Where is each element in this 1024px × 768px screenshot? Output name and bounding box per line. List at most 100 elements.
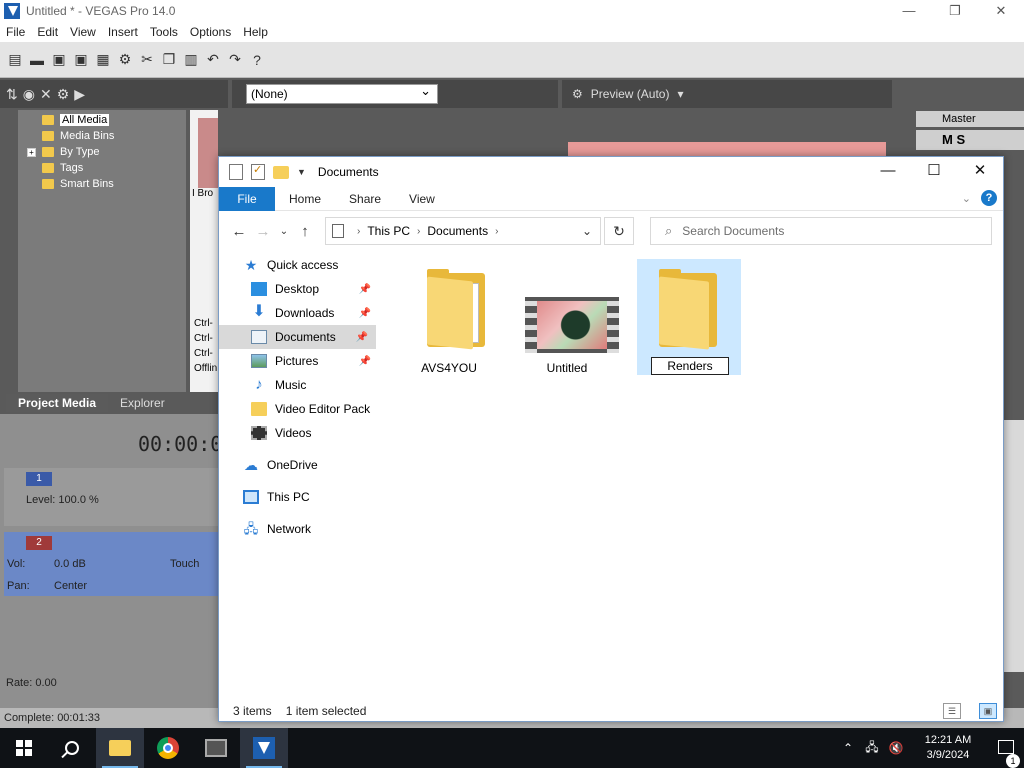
save-icon[interactable]: ▣ [50, 51, 68, 69]
media-thumbnail[interactable] [198, 118, 218, 188]
trimmer-media-dropdown[interactable]: (None) [246, 82, 438, 104]
show-hidden-icons-icon[interactable]: ⌃ [836, 741, 860, 755]
breadcrumb-documents[interactable]: Documents [427, 224, 488, 238]
expand-ribbon-icon[interactable]: ⌄ [962, 192, 971, 205]
pin-icon[interactable]: 📌 [359, 356, 371, 367]
tab-share[interactable]: Share [335, 192, 395, 206]
rename-input[interactable]: Renders [651, 357, 729, 375]
restore-button[interactable]: ❐ [932, 0, 978, 22]
minimize-button[interactable]: — [886, 0, 932, 22]
menu-edit[interactable]: Edit [31, 25, 64, 39]
volume-muted-icon[interactable]: 🔇 [884, 741, 908, 755]
chevron-right-icon[interactable]: › [417, 226, 420, 237]
menu-view[interactable]: View [64, 25, 102, 39]
paste-icon[interactable]: ▥ [182, 51, 200, 69]
menu-file[interactable]: File [0, 25, 31, 39]
network-status-icon[interactable]: 🖧 [860, 738, 884, 759]
nav-this-pc[interactable]: This PC [219, 485, 379, 509]
details-view-icon[interactable]: ☰ [943, 703, 961, 719]
play-icon[interactable]: ▶ [74, 86, 85, 103]
checkmark-icon[interactable] [251, 163, 265, 180]
nav-videos[interactable]: Videos [219, 421, 379, 445]
pin-icon[interactable]: 📌 [359, 308, 371, 319]
save-as-icon[interactable]: ▣ [72, 51, 90, 69]
chevron-right-icon[interactable]: › [495, 226, 498, 237]
tab-explorer[interactable]: Explorer [108, 394, 177, 412]
render-icon[interactable]: ▦ [94, 51, 112, 69]
tree-item-smart-bins[interactable]: Smart Bins [18, 176, 186, 192]
up-arrow-icon[interactable]: ↑ [293, 223, 317, 240]
nav-pictures[interactable]: Pictures 📌 [219, 349, 379, 373]
undo-icon[interactable]: ↶ [204, 51, 222, 69]
media-fx-icon[interactable]: ⚙ [57, 86, 70, 103]
preview-settings-gear-icon[interactable]: ⚙ [572, 87, 583, 101]
tab-home[interactable]: Home [275, 192, 335, 206]
taskbar-video-app[interactable] [192, 728, 240, 768]
open-icon[interactable]: ▬ [28, 51, 46, 69]
explorer-maximize-button[interactable]: ☐ [911, 157, 957, 187]
remove-icon[interactable]: ✕ [40, 86, 52, 103]
audio-track-header[interactable]: 2 Vol: 0.0 dB Touch Pan: Center [4, 532, 218, 596]
nav-downloads[interactable]: ⬇ Downloads 📌 [219, 301, 379, 325]
timeline-vertical-scrollbar[interactable] [1004, 420, 1024, 672]
menu-insert[interactable]: Insert [102, 25, 144, 39]
nav-music[interactable]: ♪ Music [219, 373, 379, 397]
chevron-down-icon[interactable]: ▾ [677, 87, 683, 101]
tree-item-tags[interactable]: Tags [18, 160, 186, 176]
media-import-icon[interactable]: ⇅ [6, 86, 18, 103]
address-bar[interactable]: › This PC › Documents › ⌄ [325, 217, 601, 245]
properties-gear-icon[interactable]: ⚙ [116, 51, 134, 69]
action-center-button[interactable]: 1 [988, 739, 1024, 768]
clock[interactable]: 12:21 AM 3/9/2024 [908, 733, 988, 763]
new-folder-icon[interactable] [273, 165, 289, 179]
back-arrow-icon[interactable]: ← [227, 223, 251, 240]
close-button[interactable]: ✕ [978, 0, 1024, 22]
master-mute-solo[interactable]: M S [916, 130, 1024, 150]
copy-icon[interactable]: ❐ [160, 51, 178, 69]
file-item-renders[interactable]: Renders [637, 259, 741, 375]
new-project-icon[interactable]: ▤ [6, 51, 24, 69]
redo-icon[interactable]: ↷ [226, 51, 244, 69]
taskbar-vegas[interactable] [240, 728, 288, 768]
help-icon[interactable]: ? [981, 190, 997, 206]
refresh-icon[interactable]: ↻ [604, 217, 634, 245]
preview-quality-label[interactable]: Preview (Auto) [591, 87, 670, 101]
search-box[interactable]: ⌕ Search Documents [650, 217, 992, 245]
nav-desktop[interactable]: Desktop 📌 [219, 277, 379, 301]
start-button[interactable] [0, 728, 48, 768]
taskbar-search-button[interactable] [48, 728, 96, 768]
tab-view[interactable]: View [395, 192, 449, 206]
tree-item-by-type[interactable]: + By Type [18, 144, 186, 160]
video-track-header[interactable]: 1 Level: 100.0 % [4, 468, 218, 526]
properties-icon[interactable] [229, 164, 243, 180]
explorer-minimize-button[interactable]: — [865, 157, 911, 187]
customize-toolbar-icon[interactable]: ▼ [297, 167, 306, 177]
track-automation-mode[interactable]: Touch [170, 558, 199, 570]
taskbar-file-explorer[interactable] [96, 728, 144, 768]
file-item-untitled-video[interactable]: Untitled [515, 259, 619, 375]
recent-locations-icon[interactable]: ⌄ [275, 226, 293, 237]
capture-icon[interactable]: ◉ [23, 86, 35, 103]
expand-icon[interactable]: + [27, 147, 36, 157]
nav-video-editor-pack[interactable]: Video Editor Pack [219, 397, 379, 421]
tab-file[interactable]: File [219, 186, 275, 211]
chevron-right-icon[interactable]: › [357, 226, 360, 237]
forward-arrow-icon[interactable]: → [251, 223, 275, 240]
menu-options[interactable]: Options [184, 25, 237, 39]
cut-icon[interactable]: ✂ [138, 51, 156, 69]
tree-item-all-media[interactable]: All Media [18, 112, 186, 128]
large-icons-view-icon[interactable]: ▣ [979, 703, 997, 719]
tab-project-media[interactable]: Project Media [6, 394, 109, 412]
pin-icon[interactable]: 📌 [356, 332, 368, 343]
nav-quick-access[interactable]: ★ Quick access [219, 253, 379, 277]
nav-onedrive[interactable]: ☁ OneDrive [219, 453, 379, 477]
explorer-close-button[interactable]: ✕ [957, 157, 1003, 187]
whats-this-help-icon[interactable]: ? [248, 51, 266, 69]
taskbar-chrome[interactable] [144, 728, 192, 768]
nav-network[interactable]: 🖧 Network [219, 517, 379, 541]
file-item-avs4you[interactable]: AVS4YOU [397, 259, 501, 375]
address-history-icon[interactable]: ⌄ [582, 224, 592, 238]
tree-item-media-bins[interactable]: Media Bins [18, 128, 186, 144]
nav-documents[interactable]: Documents 📌 [219, 325, 376, 349]
menu-help[interactable]: Help [237, 25, 274, 39]
